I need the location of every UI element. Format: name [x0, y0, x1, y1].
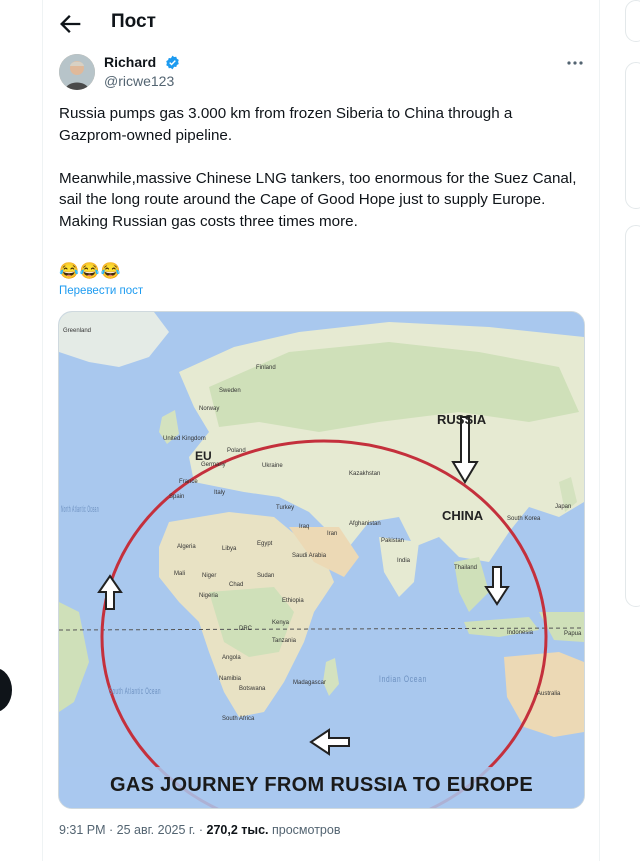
back-arrow-icon[interactable]: [57, 10, 85, 38]
floating-action-button[interactable]: [0, 668, 12, 712]
label-kenya: Kenya: [272, 620, 290, 626]
views-count: 270,2 тыс.: [206, 823, 269, 837]
label-thailand: Thailand: [454, 565, 477, 571]
post-column: Пост Richard @ricwe123 Russia pumps gas …: [42, 0, 600, 861]
label-ukraine: Ukraine: [262, 463, 283, 469]
label-sweden: Sweden: [219, 388, 241, 394]
views-label: просмотров: [272, 823, 341, 837]
label-south-africa: South Africa: [222, 716, 255, 722]
translate-post-link[interactable]: Перевести пост: [59, 285, 143, 297]
label-australia: Australia: [537, 691, 561, 697]
map-caption: GAS JOURNEY FROM RUSSIA TO EUROPE: [110, 774, 533, 796]
verified-badge-icon: [165, 55, 179, 70]
avatar[interactable]: [59, 54, 95, 90]
label-russia: RUSSIA: [437, 412, 487, 427]
label-libya: Libya: [222, 546, 237, 552]
label-indonesia: Indonesia: [507, 630, 534, 636]
label-tanzania: Tanzania: [272, 638, 297, 644]
label-france: France: [179, 479, 198, 485]
label-afghanistan: Afghanistan: [349, 521, 381, 527]
label-pakistan: Pakistan: [381, 538, 404, 544]
label-indian-ocean: Indian Ocean: [379, 674, 427, 684]
emoji-row: 😂😂😂: [59, 263, 122, 280]
label-angola: Angola: [222, 655, 241, 661]
post-text: Russia pumps gas 3.000 km from frozen Si…: [59, 105, 577, 230]
label-botswana: Botswana: [239, 686, 266, 692]
label-egypt: Egypt: [257, 541, 273, 547]
label-uk: United Kingdom: [163, 436, 206, 442]
label-finland: Finland: [256, 365, 276, 371]
label-china: CHINA: [442, 508, 484, 523]
label-poland: Poland: [227, 448, 246, 454]
right-card: [625, 0, 640, 42]
label-papua: Papua: [564, 631, 582, 637]
right-card: [625, 225, 640, 607]
label-spain: Spain: [169, 494, 184, 500]
label-nigeria: Nigeria: [199, 593, 219, 599]
right-card: [625, 62, 640, 209]
label-japan: Japan: [555, 504, 571, 510]
post-date[interactable]: 25 авг. 2025 г.: [117, 823, 196, 837]
label-iraq: Iraq: [299, 524, 309, 530]
label-india: India: [397, 558, 411, 564]
label-drc: DRC: [239, 626, 253, 632]
label-sudan: Sudan: [257, 573, 274, 579]
author-block: Richard: [104, 54, 180, 72]
label-norway: Norway: [199, 406, 219, 412]
author-handle[interactable]: @ricwe123: [104, 73, 174, 89]
label-south-atlantic: South Atlantic Ocean: [109, 686, 161, 696]
more-options-icon[interactable]: [565, 58, 585, 68]
label-ethiopia: Ethiopia: [282, 598, 304, 604]
label-north-atlantic: North Atlantic Ocean: [61, 504, 99, 514]
post-time[interactable]: 9:31 PM: [59, 823, 106, 837]
label-turkey: Turkey: [276, 505, 294, 511]
label-saudi: Saudi Arabia: [292, 553, 327, 559]
label-mali: Mali: [174, 571, 185, 577]
label-greenland: Greenland: [63, 328, 91, 334]
page-title: Пост: [111, 11, 156, 32]
label-algeria: Algeria: [177, 544, 196, 550]
label-iran: Iran: [327, 531, 337, 537]
label-eu: EU: [195, 449, 212, 463]
label-namibia: Namibia: [219, 676, 242, 682]
author-name[interactable]: Richard: [104, 54, 156, 70]
left-rail: [0, 0, 42, 861]
label-south-korea: South Korea: [507, 516, 541, 522]
world-map: Greenland Finland Sweden Norway United K…: [59, 312, 584, 808]
label-kazakhstan: Kazakhstan: [349, 471, 380, 477]
post-meta: 9:31 PM · 25 авг. 2025 г. · 270,2 тыс. п…: [59, 823, 341, 837]
page-header: Пост: [43, 0, 599, 48]
label-chad: Chad: [229, 582, 243, 588]
label-madagascar: Madagascar: [293, 680, 326, 686]
label-niger: Niger: [202, 573, 216, 579]
right-rail: [599, 0, 640, 861]
post-image[interactable]: Greenland Finland Sweden Norway United K…: [58, 311, 585, 809]
label-italy: Italy: [214, 490, 225, 496]
